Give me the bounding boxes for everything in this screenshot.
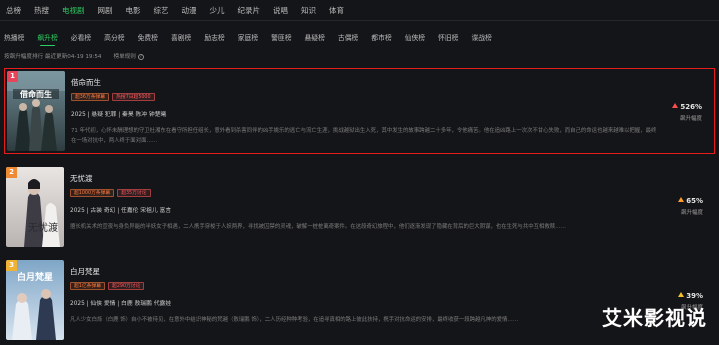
tab-urban[interactable]: 都市榜 [371, 32, 391, 42]
tab-must-watch[interactable]: 必看榜 [71, 32, 91, 42]
show-title[interactable]: 借命而生 [71, 77, 661, 88]
discussion-badge: 超35万讨论 [117, 189, 151, 197]
rise-label: 飙升幅度 [680, 210, 703, 216]
poster-image[interactable]: 无忧渡 2 [6, 167, 64, 247]
tab-nostalgia[interactable]: 怀旧榜 [438, 32, 458, 42]
hot-badge: 热搜7日超5000 [112, 93, 155, 101]
ranking-row[interactable]: 白月梵星 3 白月梵星 超1亿条弹幕 超290万讨论 2025 | 仙侠 爱情 … [4, 258, 715, 344]
tab-mystery[interactable]: 悬疑榜 [305, 32, 325, 42]
nav-item-rap[interactable]: 说唱 [273, 5, 288, 16]
ranking-row[interactable]: 无忧渡 2 无忧渡 超1000万条弹幕 超35万讨论 2025 | 古装 奇幻 … [4, 165, 715, 251]
show-description: 凡人少女白烁（白鹿 饰）自小不被待见，在意外中结识神秘的梵越（敖瑞鹏 饰），二人… [70, 317, 519, 323]
nav-item-documentary[interactable]: 纪录片 [238, 5, 261, 16]
tab-family[interactable]: 家庭榜 [238, 32, 258, 42]
nav-item-knowledge[interactable]: 知识 [301, 5, 316, 16]
nav-item-sports[interactable]: 体育 [329, 5, 344, 16]
ranking-rules-label: 榜单规则 [113, 54, 136, 60]
svg-text:白月梵星: 白月梵星 [17, 271, 53, 283]
nav-item-kids[interactable]: 少儿 [210, 5, 225, 16]
up-arrow-icon [678, 292, 685, 297]
up-arrow-icon [678, 197, 685, 202]
nav-item-zongbang[interactable]: 总榜 [6, 5, 21, 16]
rise-percent: 39% [686, 292, 703, 300]
nav-item-anime[interactable]: 动漫 [182, 5, 197, 16]
update-text: 按飙升幅度排行 最近更新04-19 19:54 [4, 54, 102, 60]
show-description: 71 年代初，心怀未酬理想的守卫杜湘东在看守所担任组长，意外看到杀害同伴的凶手姚… [71, 128, 657, 144]
tab-rising[interactable]: 飙升榜 [37, 32, 58, 46]
nav-item-tv-series[interactable]: 电视剧 [62, 5, 85, 16]
tab-xianxia[interactable]: 仙侠榜 [405, 32, 425, 42]
rise-percent: 65% [686, 197, 703, 205]
tab-hot[interactable]: 热播榜 [4, 32, 24, 42]
watermark: 艾米影视说 [602, 306, 707, 330]
ranking-rules-link[interactable]: 榜单规则? [113, 52, 144, 60]
tab-spy[interactable]: 谍战榜 [471, 32, 491, 42]
rise-percent: 526% [680, 103, 702, 111]
svg-text:借命而生: 借命而生 [19, 89, 52, 99]
show-meta: 2025 | 古装 奇幻 | 任嘉伦 宋祖儿 富言 [70, 208, 172, 214]
chart-tabs: 热播榜 飙升榜 必看榜 高分榜 免费榜 喜剧榜 励志榜 家庭榜 警匪榜 悬疑榜 … [4, 30, 505, 46]
nav-item-resou[interactable]: 热搜 [34, 5, 49, 16]
poster-image[interactable]: 借命而生 1 [7, 71, 65, 151]
danmaku-badge: 超1000万条弹幕 [70, 189, 115, 197]
poster-image[interactable]: 白月梵星 3 [6, 260, 64, 340]
show-meta: 2025 | 悬疑 犯罪 | 秦昊 陈冲 钟楚曦 [71, 112, 167, 118]
ranking-notice: 按飙升幅度排行 最近更新04-19 19:54 榜单规则? [4, 52, 144, 60]
nav-item-variety[interactable]: 综艺 [154, 5, 169, 16]
tab-free[interactable]: 免费榜 [138, 32, 158, 42]
danmaku-badge: 超36万条弹幕 [71, 93, 110, 101]
tab-inspirational[interactable]: 励志榜 [204, 32, 224, 42]
rise-indicator: 526% 飙升幅度 [642, 103, 702, 122]
tab-costume-romance[interactable]: 古偶榜 [338, 32, 358, 42]
show-meta: 2025 | 仙侠 爱情 | 白鹿 敖瑞鹏 代露娃 [70, 301, 172, 307]
rank-badge: 3 [6, 260, 17, 271]
tab-top-rated[interactable]: 高分榜 [104, 32, 124, 42]
tab-police[interactable]: 警匪榜 [271, 32, 291, 42]
tab-comedy[interactable]: 喜剧榜 [171, 32, 191, 42]
top-nav: 总榜 热搜 电视剧 网剧 电影 综艺 动漫 少儿 纪录片 说唱 知识 体育 [0, 0, 719, 20]
rise-indicator: 65% 飙升幅度 [643, 197, 703, 216]
svg-text:无忧渡: 无忧渡 [28, 221, 58, 234]
danmaku-badge: 超1亿条弹幕 [70, 282, 106, 290]
show-title[interactable]: 白月梵星 [70, 266, 660, 277]
nav-item-web-series[interactable]: 网剧 [98, 5, 113, 16]
nav-item-movie[interactable]: 电影 [126, 5, 141, 16]
show-description: 擅长机关术的宣夜与身负异能的半妖女子相遇，二人携手穿梭于人妖两界，寻找被囚禁的灵… [70, 224, 566, 230]
discussion-badge: 超290万讨论 [108, 282, 145, 290]
show-title[interactable]: 无忧渡 [70, 173, 660, 184]
up-arrow-icon [672, 103, 679, 108]
ranking-row[interactable]: 借命而生 1 借命而生 超36万条弹幕 热搜7日超5000 2025 | 悬疑 … [4, 68, 715, 154]
nav-divider [0, 20, 719, 21]
rank-badge: 2 [6, 167, 17, 178]
question-icon: ? [137, 54, 144, 60]
rank-badge: 1 [7, 71, 18, 82]
rise-label: 飙升幅度 [679, 116, 702, 122]
